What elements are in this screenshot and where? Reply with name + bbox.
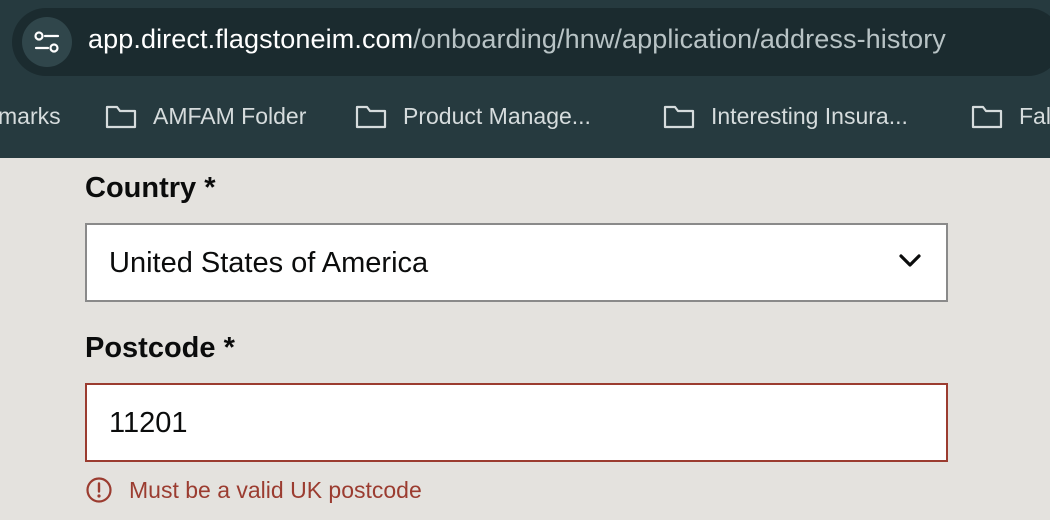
postcode-error: Must be a valid UK postcode <box>85 476 422 504</box>
bookmark-label: AMFAM Folder <box>153 102 307 129</box>
country-value: United States of America <box>109 247 429 279</box>
browser-chrome: app.direct.flagstoneim.com/onboarding/hn… <box>0 0 1050 158</box>
url-path: /onboarding/hnw/application/address-hist… <box>413 24 946 54</box>
folder-icon <box>971 105 1003 129</box>
postcode-input[interactable]: 11201 <box>85 383 948 462</box>
folder-icon <box>355 105 387 129</box>
bookmark-label: marks <box>0 102 61 129</box>
country-label: Country * <box>85 172 216 204</box>
url-text[interactable]: app.direct.flagstoneim.com/onboarding/hn… <box>88 24 946 55</box>
country-select[interactable]: United States of America <box>85 223 948 302</box>
bookmark-folder-fal[interactable]: Fal <box>971 90 1050 142</box>
chevron-down-icon <box>899 254 921 267</box>
postcode-error-text: Must be a valid UK postcode <box>129 476 422 503</box>
bookmark-label: Fal <box>1019 102 1050 129</box>
address-bar[interactable]: app.direct.flagstoneim.com/onboarding/hn… <box>12 8 1050 76</box>
bookmark-item[interactable]: marks <box>0 90 61 142</box>
folder-icon <box>105 105 137 129</box>
bookmark-folder-insurance[interactable]: Interesting Insura... <box>663 90 908 142</box>
bookmark-label: Interesting Insura... <box>711 102 908 129</box>
bookmark-folder-product[interactable]: Product Manage... <box>355 90 591 142</box>
bookmark-label: Product Manage... <box>403 102 591 129</box>
postcode-value: 11201 <box>109 407 188 439</box>
postcode-label: Postcode * <box>85 332 235 364</box>
url-host: app.direct.flagstoneim.com <box>88 24 414 54</box>
folder-icon <box>663 105 695 129</box>
tune-icon[interactable] <box>22 17 72 67</box>
alert-circle-icon <box>86 477 112 503</box>
bookmark-folder-amfam[interactable]: AMFAM Folder <box>105 90 306 142</box>
bookmarks-bar: marks AMFAM Folder Product Manage... Int… <box>0 90 1050 142</box>
